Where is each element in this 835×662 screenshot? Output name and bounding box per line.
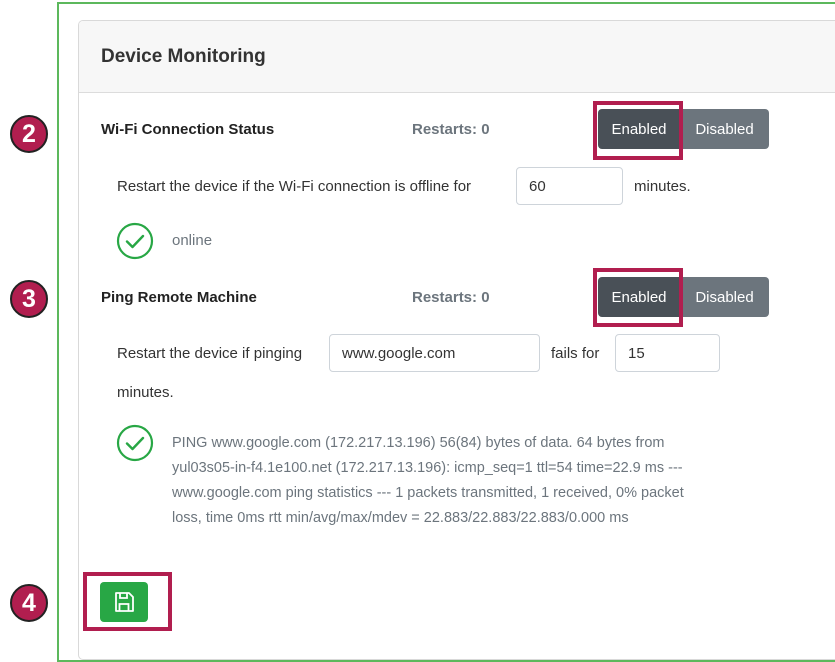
wifi-toggle-group: Enabled Disabled <box>598 109 769 149</box>
wifi-offline-minutes-input[interactable] <box>516 167 623 205</box>
save-button[interactable] <box>100 582 148 622</box>
step-badge-4: 4 <box>10 584 48 622</box>
check-circle-icon <box>116 222 154 260</box>
wifi-minutes-label: minutes. <box>634 178 691 195</box>
floppy-disk-icon <box>115 592 134 612</box>
ping-result-output: PING www.google.com (172.217.13.196) 56(… <box>172 435 684 526</box>
wifi-restart-sentence: Restart the device if the Wi-Fi connecti… <box>117 178 472 195</box>
ping-fails-label: fails for <box>551 345 600 362</box>
ping-enabled-button[interactable]: Enabled <box>598 277 680 317</box>
wifi-enabled-button[interactable]: Enabled <box>598 109 680 149</box>
ping-disabled-button[interactable]: Disabled <box>680 277 769 317</box>
card-header: Device Monitoring <box>79 21 835 93</box>
ping-host-input[interactable] <box>329 334 540 372</box>
ping-section-title: Ping Remote Machine <box>101 289 257 306</box>
step-badge-3: 3 <box>10 280 48 318</box>
ping-fails-count-input[interactable] <box>615 334 720 372</box>
card-title: Device Monitoring <box>101 45 266 67</box>
wifi-restarts-count: Restarts: 0 <box>412 121 490 138</box>
check-circle-icon <box>116 424 154 462</box>
wifi-status-text: online <box>172 232 213 249</box>
ping-minutes-label: minutes. <box>117 384 174 401</box>
step-badge-2: 2 <box>10 115 48 153</box>
wifi-disabled-button[interactable]: Disabled <box>680 109 769 149</box>
wifi-section-title: Wi-Fi Connection Status <box>101 121 275 138</box>
ping-restarts-count: Restarts: 0 <box>412 289 490 306</box>
ping-toggle-group: Enabled Disabled <box>598 277 769 317</box>
ping-restart-sentence: Restart the device if pinging <box>117 345 303 362</box>
